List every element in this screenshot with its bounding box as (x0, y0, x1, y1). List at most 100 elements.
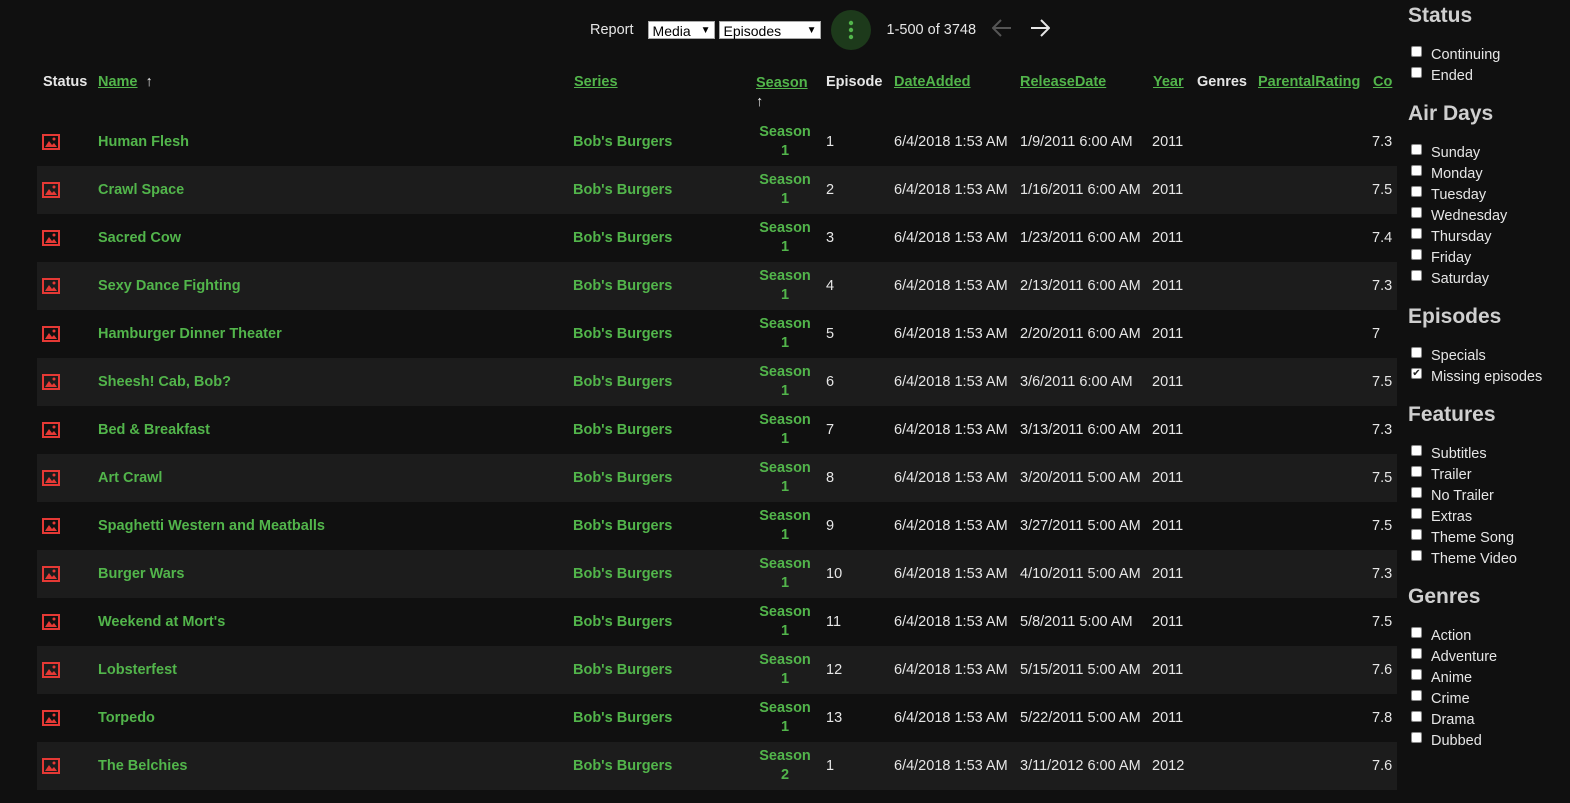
series-cell[interactable]: Bob's Burgers (573, 166, 672, 214)
checkbox-icon[interactable] (1411, 732, 1422, 743)
filter-option[interactable]: Adventure (1397, 646, 1570, 667)
season-cell[interactable]: Season 1 (755, 502, 815, 550)
name-cell[interactable]: Spaghetti Western and Meatballs (98, 502, 325, 550)
filter-option[interactable]: Monday (1397, 163, 1570, 184)
checkbox-icon[interactable] (1411, 466, 1422, 477)
season-cell[interactable]: Season 1 (755, 646, 815, 694)
header-season[interactable]: Season (756, 74, 816, 93)
series-cell[interactable]: Bob's Burgers (573, 214, 672, 262)
checkbox-icon[interactable] (1411, 347, 1422, 358)
filter-option[interactable]: Subtitles (1397, 443, 1570, 464)
series-cell[interactable]: Bob's Burgers (573, 742, 672, 790)
name-cell[interactable]: Torpedo (98, 694, 155, 742)
filter-option[interactable]: Thursday (1397, 226, 1570, 247)
season-cell[interactable]: Season 1 (755, 358, 815, 406)
filter-option[interactable]: Anime (1397, 667, 1570, 688)
more-options-button[interactable] (830, 10, 871, 50)
checkbox-icon[interactable] (1411, 144, 1422, 155)
filter-option[interactable]: Drama (1397, 709, 1570, 730)
filter-option[interactable]: Extras (1397, 506, 1570, 527)
header-series[interactable]: Series (574, 74, 618, 90)
season-cell[interactable]: Season 1 (755, 262, 815, 310)
filter-option[interactable]: Theme Song (1397, 527, 1570, 548)
table-row[interactable]: Season 1 Sexy Dance Fighting Bob's Burgers 4… (37, 262, 1397, 310)
table-row[interactable]: Season 3/18/2012 5:00 (37, 790, 1397, 803)
filter-option[interactable]: Friday (1397, 247, 1570, 268)
series-cell[interactable]: Bob's Burgers (573, 310, 672, 358)
season-cell[interactable]: Season 1 (755, 310, 815, 358)
season-cell[interactable]: Season 1 (755, 598, 815, 646)
checkbox-icon[interactable] (1411, 627, 1422, 638)
filter-option[interactable]: Ended (1397, 65, 1570, 86)
table-row[interactable]: Season 1 Human Flesh Bob's Burgers 1 6/4/2018… (37, 118, 1397, 166)
name-cell[interactable]: Weekend at Mort's (98, 598, 225, 646)
name-cell[interactable]: Bed & Breakfast (98, 406, 210, 454)
filter-option[interactable]: Tuesday (1397, 184, 1570, 205)
checkbox-icon[interactable] (1411, 228, 1422, 239)
header-date-added[interactable]: DateAdded (894, 74, 971, 90)
series-cell[interactable]: Bob's Burgers (573, 262, 672, 310)
filter-option[interactable]: Sunday (1397, 142, 1570, 163)
table-row[interactable]: Season 2 The Belchies Bob's Burgers 1 6/4/201… (37, 742, 1397, 790)
name-cell[interactable]: Sexy Dance Fighting (98, 262, 241, 310)
header-release-date[interactable]: ReleaseDate (1020, 74, 1106, 90)
filter-option[interactable]: Crime (1397, 688, 1570, 709)
checkbox-icon[interactable] (1411, 690, 1422, 701)
season-cell[interactable]: Season 2 (755, 742, 815, 790)
checkbox-icon[interactable] (1411, 669, 1422, 680)
filter-option[interactable]: Specials (1397, 345, 1570, 366)
next-page-button[interactable] (1028, 19, 1052, 41)
checkbox-icon[interactable] (1411, 165, 1422, 176)
checkbox-icon[interactable] (1411, 445, 1422, 456)
checkbox-icon[interactable] (1411, 207, 1422, 218)
filter-option[interactable]: Continuing (1397, 44, 1570, 65)
checkbox-checked-icon[interactable]: ✔ (1411, 368, 1422, 379)
season-cell[interactable]: Season 1 (755, 118, 815, 166)
table-row[interactable]: Season 1 Weekend at Mort's Bob's Burgers 11 6… (37, 598, 1397, 646)
table-row[interactable]: Season 1 Bed & Breakfast Bob's Burgers 7 6/4/… (37, 406, 1397, 454)
series-cell[interactable]: Bob's Burgers (573, 598, 672, 646)
checkbox-icon[interactable] (1411, 711, 1422, 722)
name-cell[interactable]: Burger Wars (98, 550, 184, 598)
table-row[interactable]: Season 1 Sacred Cow Bob's Burgers 3 6/4/2018 … (37, 214, 1397, 262)
name-cell[interactable]: Hamburger Dinner Theater (98, 310, 282, 358)
name-cell[interactable]: Sacred Cow (98, 214, 181, 262)
name-cell[interactable]: Art Crawl (98, 454, 162, 502)
series-cell[interactable]: Bob's Burgers (573, 694, 672, 742)
name-cell[interactable]: Crawl Space (98, 166, 184, 214)
series-cell[interactable]: Bob's Burgers (573, 550, 672, 598)
table-row[interactable]: Season 1 Lobsterfest Bob's Burgers 12 6/4/201… (37, 646, 1397, 694)
filter-option[interactable]: ✔ Missing episodes (1397, 366, 1570, 387)
name-cell[interactable]: The Belchies (98, 742, 187, 790)
filter-option[interactable]: No Trailer (1397, 485, 1570, 506)
season-cell[interactable]: Season 1 (755, 406, 815, 454)
series-cell[interactable]: Bob's Burgers (573, 502, 672, 550)
season-cell[interactable]: Season 1 (755, 454, 815, 502)
header-parental-rating[interactable]: ParentalRating (1258, 74, 1360, 90)
table-row[interactable]: Season 1 Burger Wars Bob's Burgers 10 6/4/201… (37, 550, 1397, 598)
checkbox-icon[interactable] (1411, 550, 1422, 561)
series-cell[interactable]: Bob's Burgers (573, 406, 672, 454)
name-cell[interactable]: Human Flesh (98, 118, 189, 166)
filter-option[interactable]: Wednesday (1397, 205, 1570, 226)
type-select[interactable]: Episodes ▼ (718, 21, 821, 39)
filter-option[interactable]: Action (1397, 625, 1570, 646)
checkbox-icon[interactable] (1411, 487, 1422, 498)
filter-option[interactable]: Dubbed (1397, 730, 1570, 751)
table-row[interactable]: Season 1 Spaghetti Western and Meatballs Bo… (37, 502, 1397, 550)
checkbox-icon[interactable] (1411, 270, 1422, 281)
table-row[interactable]: Season 1 Crawl Space Bob's Burgers 2 6/4/2018… (37, 166, 1397, 214)
header-year[interactable]: Year (1153, 74, 1184, 90)
table-row[interactable]: Season 1 Art Crawl Bob's Burgers 8 6/4/2018 1… (37, 454, 1397, 502)
series-cell[interactable]: Bob's Burgers (573, 646, 672, 694)
season-cell[interactable]: Season 1 (755, 694, 815, 742)
season-cell[interactable]: Season 1 (755, 166, 815, 214)
previous-page-button[interactable] (990, 19, 1014, 41)
checkbox-icon[interactable] (1411, 529, 1422, 540)
filter-option[interactable]: Theme Video (1397, 548, 1570, 569)
filter-option[interactable]: Trailer (1397, 464, 1570, 485)
season-cell[interactable]: Season 1 (755, 550, 815, 598)
filter-option[interactable]: Saturday (1397, 268, 1570, 289)
header-name[interactable]: Name (98, 74, 138, 90)
table-row[interactable]: Season 1 Sheesh! Cab, Bob? Bob's Burgers 6 6/… (37, 358, 1397, 406)
